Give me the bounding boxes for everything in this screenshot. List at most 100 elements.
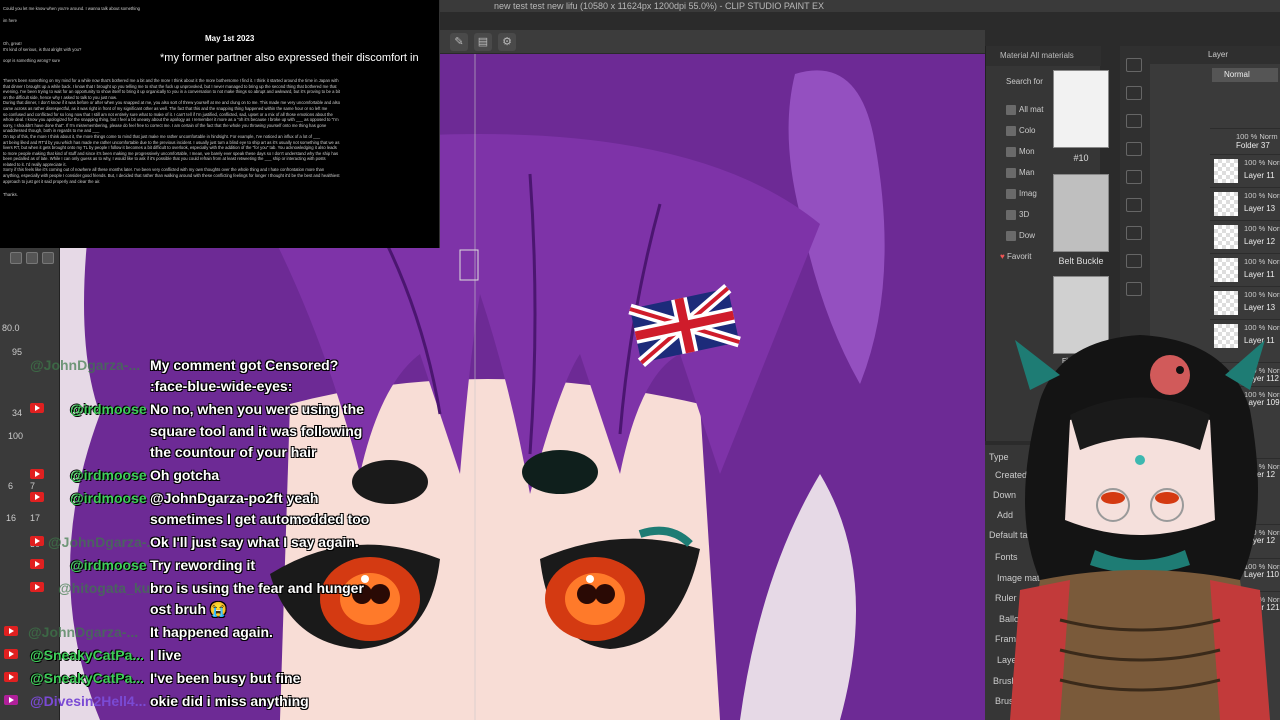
chat-message: :face-blue-wide-eyes: xyxy=(0,376,420,398)
message-footer: Thanks. xyxy=(3,192,18,198)
material-category[interactable]: Colo xyxy=(1006,123,1035,139)
chat-text: sometimes I get automodded too xyxy=(150,511,370,527)
layer-row[interactable]: 100 % NormLayer 12 xyxy=(1210,220,1280,253)
window-title: new test test new lifu (10580 x 11624px … xyxy=(440,0,1280,12)
chat-username: @irdmoose xyxy=(70,490,147,506)
chat-username: @SneakyCatPa... xyxy=(30,647,145,663)
chat-message: @SneakyCatPa... I live xyxy=(0,645,420,667)
chat-text: square tool and it was following xyxy=(150,423,363,439)
chat-message: @SneakyCatPa... I've been busy but fine xyxy=(0,668,420,690)
blend-mode-select[interactable]: Normal xyxy=(1212,68,1278,82)
layer-name: Folder 37 xyxy=(1236,141,1270,150)
chat-text: Ok I'll just say what I say again. xyxy=(150,534,359,550)
message-line: approach to just get it said properly an… xyxy=(3,178,101,184)
material-category[interactable]: Mon xyxy=(1006,144,1035,160)
layer-thumbnail xyxy=(1214,159,1238,183)
layer-thumbnail xyxy=(1214,192,1238,216)
panel-tab-icon[interactable] xyxy=(1126,86,1142,100)
layer-row[interactable]: 100 % NormLayer 11 xyxy=(1210,253,1280,286)
material-thumbnail[interactable] xyxy=(1053,70,1109,148)
folder-icon xyxy=(1006,209,1016,220)
tool-icon[interactable] xyxy=(10,252,22,264)
message-line: im here xyxy=(3,17,17,23)
chat-text: My comment got Censored? xyxy=(150,357,339,373)
material-label: Belt Buckle xyxy=(1058,256,1104,266)
chat-text: the countour of your hair xyxy=(150,444,317,460)
message-line: Could you let me know when you're around… xyxy=(3,6,140,11)
chat-message: @irdmoose No no, when you were using the xyxy=(0,399,420,421)
chat-username: @irdmoose xyxy=(70,467,147,483)
panel-tab-icon[interactable] xyxy=(1126,58,1142,72)
layer-row[interactable]: 100 % NormLayer 13 xyxy=(1210,286,1280,319)
folder-icon xyxy=(1006,125,1016,136)
material-panel-header: Material All materials xyxy=(986,46,1101,66)
layer-folder[interactable]: 100 % Norm Folder 37 xyxy=(1210,128,1280,152)
material-thumbnail[interactable] xyxy=(1053,174,1109,252)
layer-row[interactable]: 100 % NormLayer 11 xyxy=(1210,154,1280,187)
avatar-svg xyxy=(1010,335,1270,720)
chat-text: Try rewording it xyxy=(150,557,256,573)
chat-text: Oh gotcha xyxy=(150,467,220,483)
material-category[interactable]: 3D xyxy=(1006,207,1029,223)
panel-tab-icon[interactable] xyxy=(1126,114,1142,128)
chat-message: @JohnDgarza-... Ok I'll just say what I … xyxy=(0,532,420,554)
folder-icon xyxy=(1006,167,1016,178)
chat-text: I live xyxy=(150,647,182,663)
chat-message: square tool and it was following xyxy=(0,421,420,443)
settings-icon[interactable]: ⚙ xyxy=(498,33,516,51)
chat-username: @JohnDgarza-... xyxy=(48,534,159,550)
youtube-icon xyxy=(4,649,18,659)
material-category[interactable]: All mat xyxy=(1006,102,1043,118)
tool-icon[interactable] xyxy=(26,252,38,264)
youtube-icon xyxy=(30,582,44,592)
youtube-icon xyxy=(30,536,44,546)
brow-right xyxy=(522,450,598,494)
chat-username: @Divesin2Hell4... xyxy=(30,693,147,709)
youtube-icon xyxy=(30,559,44,569)
chat-message: the countour of your hair xyxy=(0,442,420,464)
layer-row[interactable]: 100 % NormLayer 13 xyxy=(1210,187,1280,220)
panel-tab-icon[interactable] xyxy=(1126,170,1142,184)
delete-icon[interactable] xyxy=(42,252,54,264)
folder-icon xyxy=(1006,188,1016,199)
material-category[interactable]: Man xyxy=(1006,165,1035,181)
chat-message: @hitogata_kun bro is using the fear and … xyxy=(0,578,420,600)
panel-tab-icon[interactable] xyxy=(1126,142,1142,156)
live-chat-overlay: @JohnDgarza-... My comment got Censored?… xyxy=(0,355,420,720)
material-category[interactable]: Dow xyxy=(1006,228,1035,244)
panel-tab-icon[interactable] xyxy=(1126,198,1142,212)
panel-tab-icon[interactable] xyxy=(1126,254,1142,268)
panel-tab-icon[interactable] xyxy=(1126,226,1142,240)
chat-text: I've been busy but fine xyxy=(150,670,301,686)
chat-text: It happened again. xyxy=(150,624,273,640)
message-caption: *my former partner also expressed their … xyxy=(160,52,419,64)
youtube-icon xyxy=(4,626,18,636)
material-category[interactable]: ♥ Favorit xyxy=(1000,249,1031,265)
edit-icon[interactable]: ✎ xyxy=(450,33,468,51)
chat-text: No no, when you were using the xyxy=(150,401,364,417)
youtube-icon xyxy=(4,695,18,705)
chat-message: sometimes I get automodded too xyxy=(0,509,420,531)
panel-tab-icon[interactable] xyxy=(1126,282,1142,296)
chat-message: ost bruh 😭 xyxy=(0,599,420,621)
layer-icon[interactable]: ▤ xyxy=(474,33,492,51)
material-category[interactable]: Imag xyxy=(1006,186,1037,202)
chat-username: @hitogata_kun xyxy=(58,580,159,596)
youtube-icon xyxy=(30,403,44,413)
chat-text: :face-blue-wide-eyes: xyxy=(150,378,293,394)
chat-text: ost bruh 😭 xyxy=(150,601,228,617)
message-document: Could you let me know when you're around… xyxy=(3,6,403,246)
chat-text: okie did i miss anything xyxy=(150,693,309,709)
youtube-icon xyxy=(4,672,18,682)
layer-thumbnail xyxy=(1214,225,1238,249)
material-search[interactable]: Search for xyxy=(1006,74,1043,90)
layer-panel-header: Layer xyxy=(1150,46,1280,64)
canvas-toolbar: ✎ ▤ ⚙ xyxy=(440,30,985,54)
chat-text: @JohnDgarza-po2ft yeah xyxy=(150,490,319,506)
chat-message: @irdmoose @JohnDgarza-po2ft yeah xyxy=(0,488,420,510)
folder-icon xyxy=(1006,230,1016,241)
folder-icon xyxy=(1006,104,1016,115)
layer-opacity: 100 % Norm xyxy=(1236,132,1278,141)
message-date: May 1st 2023 xyxy=(205,34,255,43)
zoom-value[interactable]: 80.0 xyxy=(2,320,20,336)
